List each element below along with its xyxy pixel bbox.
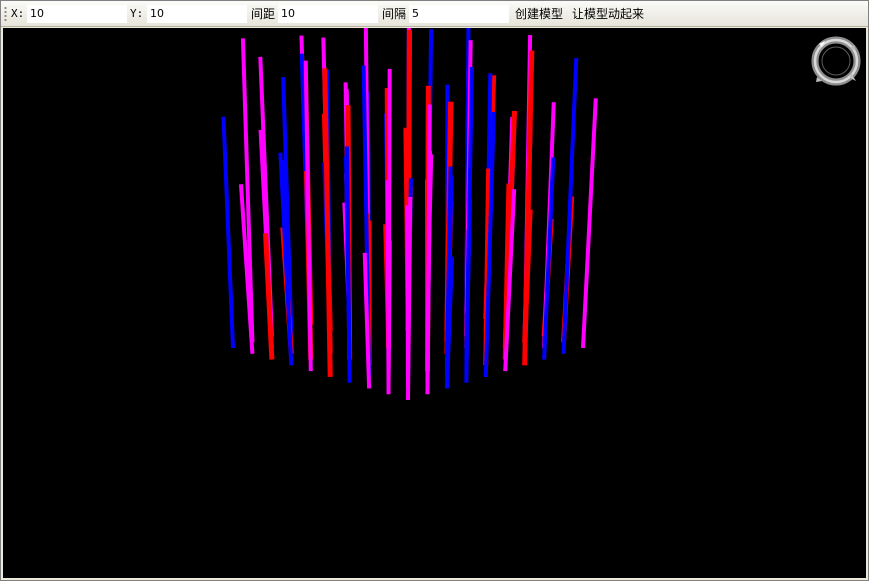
x-input[interactable]	[27, 5, 127, 23]
model-bar	[464, 229, 471, 383]
model-bar	[425, 150, 433, 395]
toolbar-grip[interactable]	[4, 6, 7, 22]
bar-scene	[221, 28, 598, 401]
model-bar	[561, 57, 579, 354]
animate-model-button[interactable]: 让模型动起来	[570, 5, 646, 23]
model-bar	[263, 233, 275, 360]
interval-input[interactable]	[409, 5, 509, 23]
model-bar	[345, 146, 352, 383]
y-label: Y:	[130, 7, 144, 20]
model-bar	[303, 60, 313, 372]
toolbar: X: Y: 间距 间隔 创建模型 让模型动起来	[1, 1, 868, 27]
create-model-button[interactable]: 创建模型	[513, 5, 565, 23]
interval-label: 间隔	[382, 7, 407, 21]
model-bar	[581, 98, 598, 349]
app-window: X: Y: 间距 间隔 创建模型 让模型动起来	[0, 0, 869, 581]
navigation-ring-icon[interactable]	[810, 35, 862, 87]
model-bar	[385, 180, 391, 395]
model-bar	[406, 196, 413, 401]
spacing-input[interactable]	[278, 5, 378, 23]
x-label: X:	[11, 7, 25, 20]
model-bar	[221, 116, 235, 349]
y-input[interactable]	[147, 5, 247, 23]
spacing-label: 间距	[251, 7, 276, 21]
3d-viewport[interactable]	[3, 28, 866, 578]
